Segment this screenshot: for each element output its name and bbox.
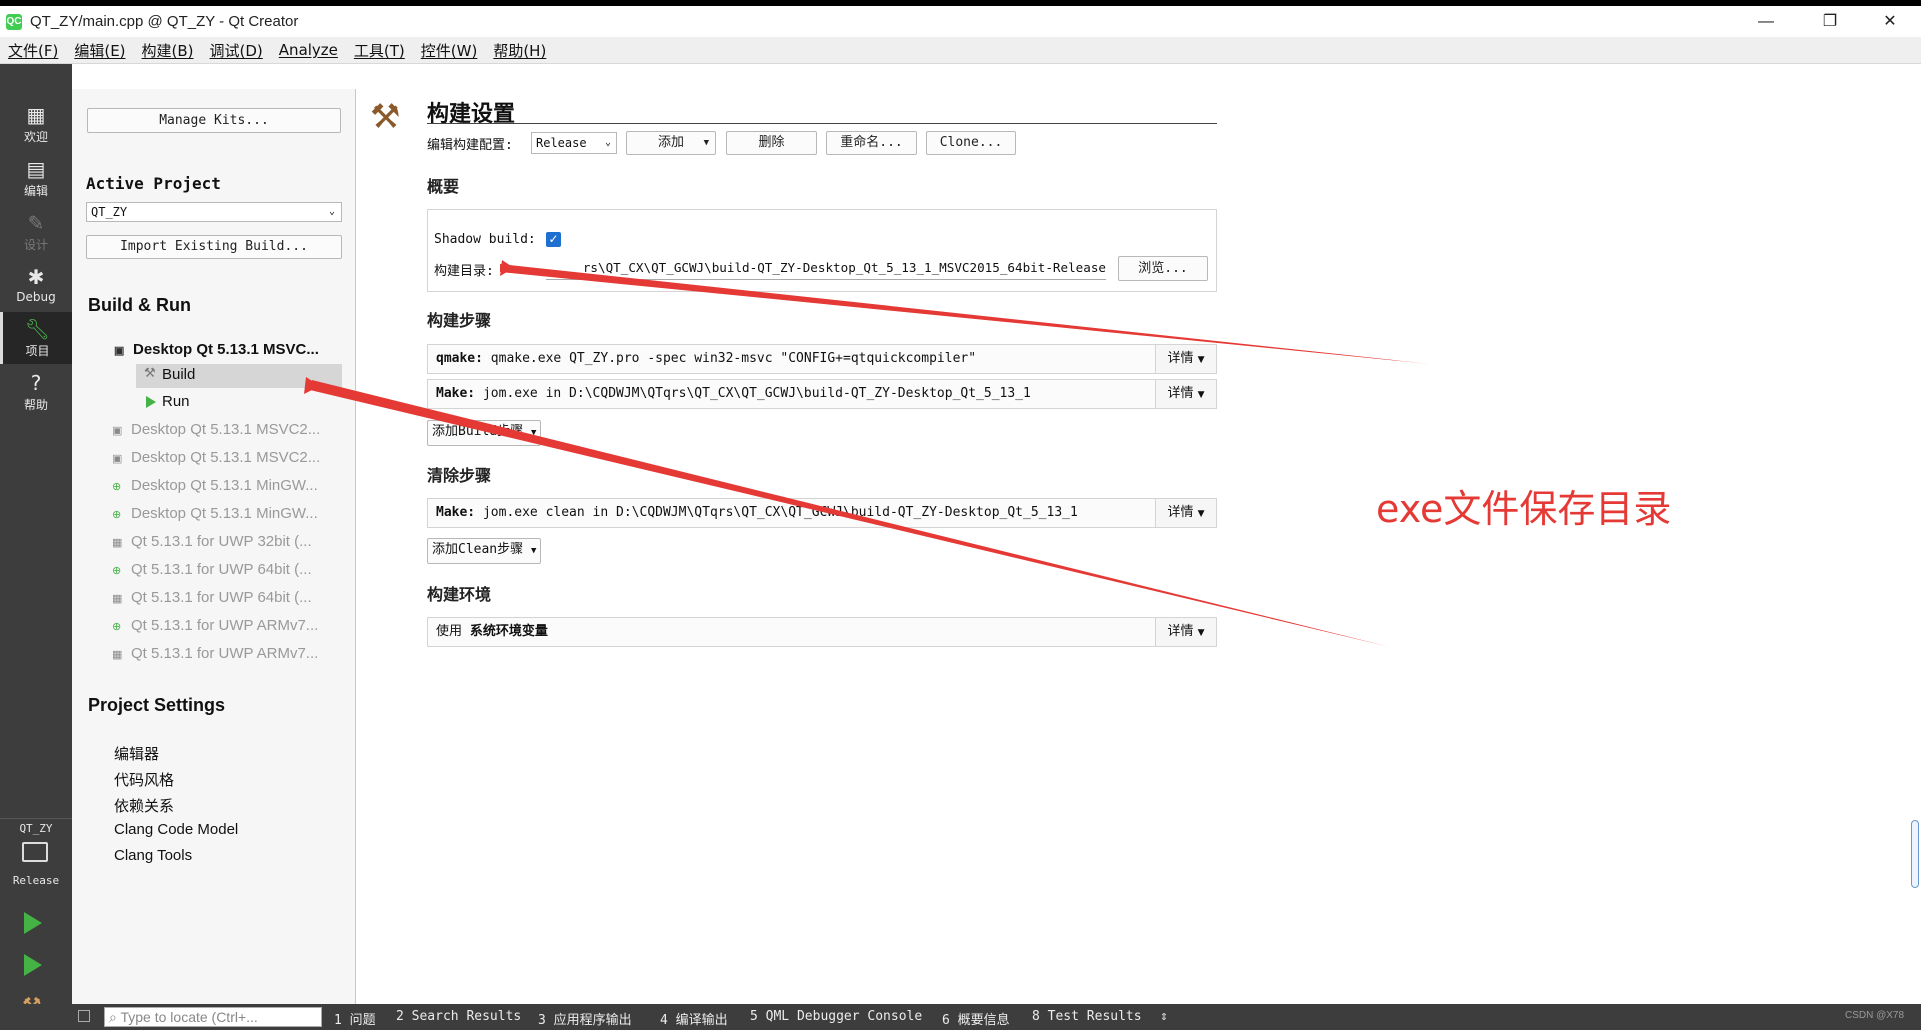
locator-input[interactable]: ⌕ Type to locate (Ctrl+... [104, 1007, 322, 1027]
tab-issues[interactable]: 1 问题 [334, 1009, 376, 1028]
sidebar-toggle-icon[interactable] [78, 1010, 90, 1022]
status-bar: ⌕ Type to locate (Ctrl+... 1 问题 2 Search… [0, 1004, 1921, 1030]
arrowhead-icon [500, 260, 514, 276]
search-icon: ⌕ [109, 1009, 117, 1025]
more-tabs-icon[interactable]: ⇕ [1160, 1009, 1168, 1024]
tab-compile-output[interactable]: 4 编译输出 [660, 1009, 728, 1028]
tab-search-results[interactable]: 2 Search Results [396, 1009, 521, 1024]
arrow-to-build-item [310, 380, 1390, 647]
scroll-indicator[interactable] [1911, 820, 1919, 888]
locator-placeholder: Type to locate (Ctrl+... [120, 1009, 258, 1025]
arrow-to-build-dir [500, 264, 1430, 364]
tab-app-output[interactable]: 3 应用程序输出 [538, 1009, 632, 1028]
tab-general-messages[interactable]: 6 概要信息 [942, 1009, 1010, 1028]
annotation-text: exe文件保存目录 [1376, 487, 1672, 531]
tab-qml-console[interactable]: 5 QML Debugger Console [750, 1009, 922, 1024]
watermark: CSDN @X78 [1845, 1010, 1905, 1021]
tab-test-results[interactable]: 8 Test Results [1032, 1009, 1142, 1024]
